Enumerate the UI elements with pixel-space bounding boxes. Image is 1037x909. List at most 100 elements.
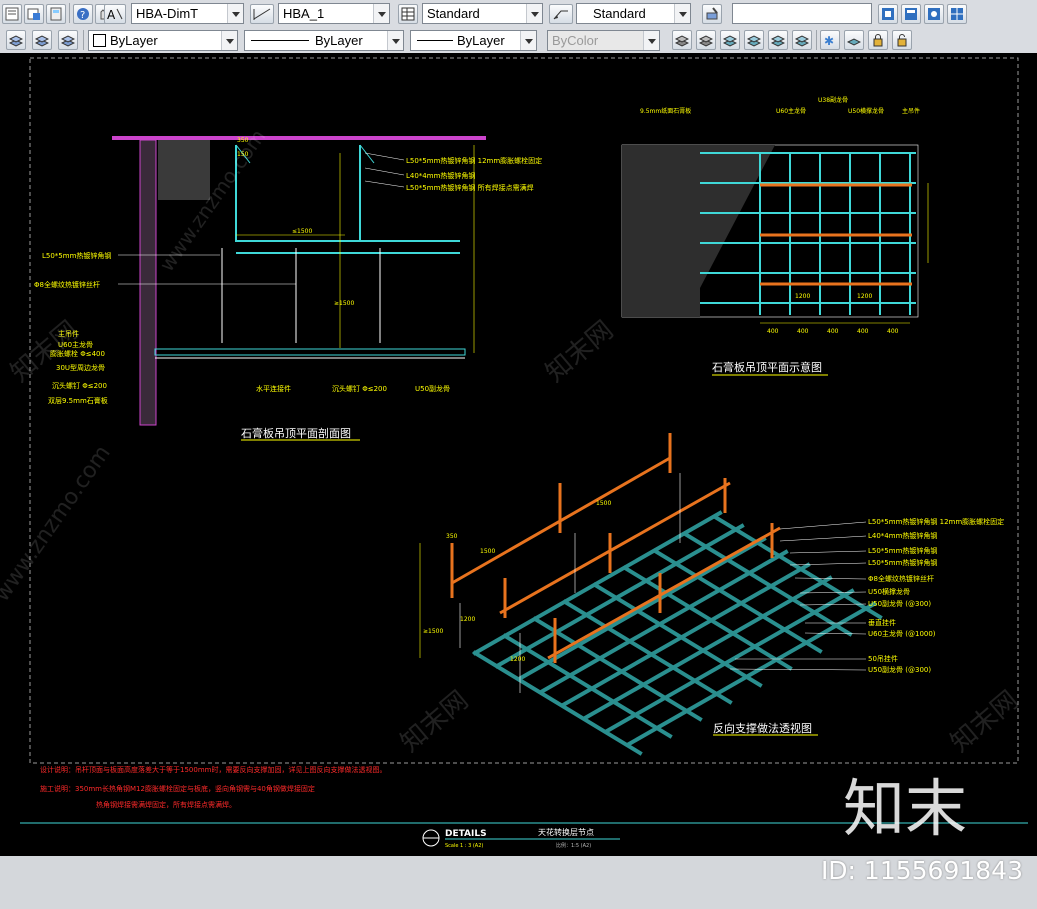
plan-label-4: U50横撑龙骨 [848,107,884,115]
persp-dim-a: 350 [446,533,458,540]
section-title: 石膏板吊顶平面剖面图 [241,426,351,440]
layer-state-icon[interactable] [6,30,26,50]
linetype-select[interactable]: ByLayer [244,30,404,51]
dim-1500: ≤1500 [292,228,312,235]
layer-thaw-icon[interactable]: ✱ [820,30,840,50]
layout-icon[interactable] [901,4,921,24]
viewport-icon[interactable] [878,4,898,24]
plan-label-2: U60主龙骨 [776,107,806,115]
chevron-down-icon[interactable] [221,31,237,50]
match-properties-icon[interactable] [702,4,722,24]
layer-on-icon[interactable] [844,30,864,50]
dim-style-select[interactable]: HBA-DimT [131,3,244,24]
lineweight-value: ByLayer [457,33,505,48]
persp-dim-c: 1500 [480,548,495,555]
note-2: 施工说明：350mm长热角钢M12膨胀螺栓固定与板底，竖向角钢需与40角钢做焊接… [40,784,315,793]
properties-icon[interactable] [24,4,44,24]
table-style-select[interactable]: Standard [422,3,543,24]
layout-viewports-icon[interactable] [947,4,967,24]
section-label-b3: U50副龙骨 [415,384,450,393]
multileader-icon[interactable] [549,4,573,24]
layer-manager-icon[interactable] [32,30,52,50]
status-bar: ID: 1155691843 [0,856,1037,909]
gypsum-hatch [622,145,775,317]
persp-label-11: U50副龙骨 (@300) [868,665,931,674]
table-style-icon[interactable] [398,4,418,24]
notes: 设计说明：吊杆顶面与板面高度落差大于等于1500mm时，需要反向支撑加固，详见上… [40,765,386,809]
lock-icon[interactable] [868,30,888,50]
properties-toolbar: ByLayer ByLayer ByLayer ByColor ✱ [0,28,1037,54]
top-toolbar: ? A HBA-DimT HBA_1 Standard Standard [0,0,1037,29]
mleader2-style-select[interactable]: Standard [576,3,691,24]
mleader-style-value: HBA_1 [283,6,325,21]
plan-dim-1: 400 [767,328,779,335]
chevron-down-icon[interactable] [526,4,542,23]
layer-tool-icon[interactable] [672,30,692,50]
dimension-icon[interactable] [250,4,274,24]
title-block: DETAILS Scale 1 : 3 (A2) 天花转换层节点 比例：1:5 … [422,827,620,849]
section-view: ≤1500 ≥1500 350 150 L50*5mm热镀锌角钢 12mm膨胀螺… [34,136,542,441]
image-id: ID: 1155691843 [820,856,1023,885]
chevron-down-icon[interactable] [520,31,536,50]
watermark-text-3: 知末网 [395,685,474,758]
lineweight-preview [417,40,453,41]
chevron-down-icon[interactable] [227,4,243,23]
layer-match-icon[interactable] [696,30,716,50]
concrete-block [158,140,210,200]
section-label-l8: 双层9.5mm石膏板 [48,396,108,405]
slab-edge [112,136,486,140]
layer-off-icon[interactable] [792,30,812,50]
tb-sub: 比例：1:5 (A2) [556,842,591,849]
mleader-style-select[interactable]: HBA_1 [278,3,390,24]
section-label-l2: Φ8全螺纹热镀锌丝杆 [34,280,100,289]
svg-text:A: A [107,8,116,21]
plan-dim-4: 400 [857,328,869,335]
chevron-down-icon[interactable] [373,4,389,23]
drawing-canvas[interactable]: ≤1500 ≥1500 350 150 L50*5mm热镀锌角钢 12mm膨胀螺… [0,53,1037,856]
chevron-down-icon[interactable] [674,4,690,23]
color-value: ByLayer [110,33,158,48]
unlock-icon[interactable] [892,30,912,50]
layer-freeze-icon[interactable] [768,30,788,50]
tb-scale: Scale 1 : 3 (A2) [445,843,483,849]
plan-dim-5: 400 [887,328,899,335]
sheet-set-icon[interactable] [2,4,22,24]
persp-label-2: L40*4mm热镀锌角钢 [868,531,937,540]
dim-style-icon[interactable]: A [104,4,126,24]
layer-unisolate-icon[interactable] [744,30,764,50]
tb-name: 天花转换层节点 [538,827,594,837]
lineweight-select[interactable]: ByLayer [410,30,537,51]
svg-text:?: ? [80,10,85,21]
persp-label-3: L50*5mm热镀锌角钢 [868,546,937,555]
layer-isolate-icon[interactable] [720,30,740,50]
persp-label-7: U50副龙骨 (@300) [868,599,931,608]
watermark-text-2: 知末网 [540,315,619,388]
section-label-b1: 水平连接件 [256,384,291,393]
dim-h: ≥1500 [334,300,354,307]
watermark-text-4: 知末网 [945,685,1024,758]
persp-dim-f: 1200 [510,656,525,663]
linetype-preview [251,40,309,41]
plan-dim-2: 400 [797,328,809,335]
layer-icon[interactable] [924,4,944,24]
plan-title: 石膏板吊顶平面示意图 [712,360,822,374]
plan-dim-3: 400 [827,328,839,335]
note-1: 设计说明：吊杆顶面与板面高度落差大于等于1500mm时，需要反向支撑加固，详见上… [40,765,386,774]
section-label-l7: 沉头螺钉 Φ≤200 [52,381,107,390]
persp-label-6: U50横撑龙骨 [868,587,910,596]
plan-label-1: 9.5mm纸面石膏板 [640,107,691,115]
plot-style-value: ByColor [552,33,599,48]
wall-section [139,139,157,426]
persp-label-8: 垂直挂件 [868,618,896,627]
chevron-down-icon[interactable] [387,31,403,50]
search-input[interactable] [732,3,872,24]
mleader2-style-value: Standard [593,6,646,21]
note-3: 热角钢焊接需满焊固定，所有焊接点需满焊。 [96,800,236,809]
color-select[interactable]: ByLayer [88,30,238,51]
calculator-icon[interactable] [46,4,66,24]
section-label-l1: L50*5mm热镀锌角钢 [42,251,111,260]
layer-previous-icon[interactable] [58,30,78,50]
persp-title: 反向支撑做法透视图 [713,721,812,735]
persp-dim-e: ≥1500 [423,628,443,635]
help-icon[interactable]: ? [73,4,93,24]
